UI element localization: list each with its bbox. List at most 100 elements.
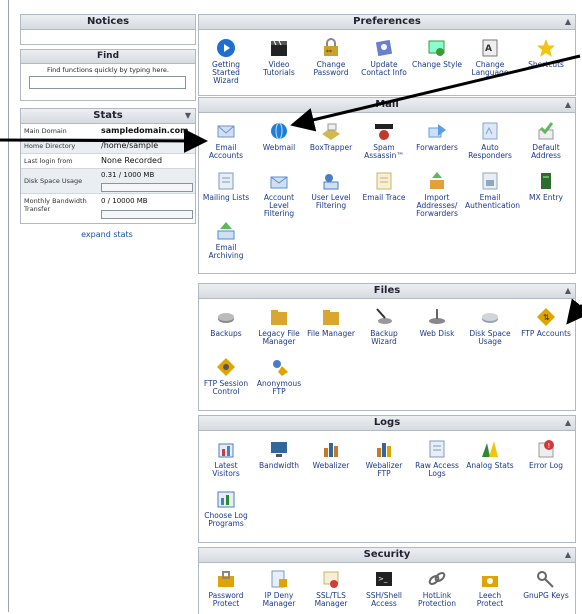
user-level-filtering[interactable]: User Level Filtering	[306, 170, 356, 210]
contact-card-icon	[375, 39, 393, 57]
backups[interactable]: Backups	[201, 306, 251, 338]
update-contact-info[interactable]: Update Contact Info	[359, 37, 409, 77]
ftp-sign-icon: ⇅	[537, 308, 555, 326]
collapse-icon[interactable]: ▼	[185, 109, 191, 123]
ssl-tls-manager[interactable]: SSL/TLS Manager	[306, 568, 356, 608]
mail-panel: Mail ▲ Email Accounts Webmail BoxTrapper…	[198, 97, 576, 274]
item-label: Email Authentication	[465, 193, 521, 210]
collapse-icon[interactable]: ▲	[565, 284, 571, 298]
gnupg-keys[interactable]: GnuPG Keys	[521, 568, 571, 600]
item-label: Mailing Lists	[202, 193, 250, 202]
email-authentication[interactable]: Email Authentication	[465, 170, 520, 210]
log-programs-icon	[217, 491, 235, 508]
ssh-shell-access[interactable]: >_ SSH/Shell Access	[359, 568, 409, 608]
import-addresses[interactable]: Import Addresses/ Forwarders	[412, 170, 462, 218]
svg-text:>_: >_	[378, 575, 388, 583]
spam-assassin-icon	[375, 124, 393, 140]
globe-icon	[271, 122, 287, 140]
latest-visitors[interactable]: Latest Visitors	[201, 438, 251, 478]
email-trace[interactable]: Email Trace	[359, 170, 409, 202]
leech-protect[interactable]: Leech Protect	[465, 568, 515, 608]
change-style[interactable]: Change Style	[412, 37, 462, 69]
item-label: SSH/Shell Access	[366, 591, 402, 608]
checkmark-envelope-icon	[538, 122, 554, 140]
stat-value: None Recorded	[101, 156, 163, 165]
stats-row-home-dir: Home Directory /home/sample	[21, 139, 195, 154]
item-label: Legacy File Manager	[258, 329, 300, 346]
disk-space-usage[interactable]: Disk Space Usage	[465, 306, 515, 346]
getting-started-wizard[interactable]: Getting Started Wizard	[201, 37, 251, 85]
change-password[interactable]: ** Change Password	[306, 37, 356, 77]
raw-access-logs[interactable]: Raw Access Logs	[412, 438, 462, 478]
collapse-icon[interactable]: ▲	[565, 416, 571, 430]
stat-value: /home/sample	[101, 141, 159, 150]
webalizer[interactable]: Webalizer	[306, 438, 356, 470]
boxtrapper[interactable]: BoxTrapper	[306, 120, 356, 152]
shortcuts[interactable]: Shortcuts	[521, 37, 571, 69]
stats-row-main-domain: Main Domain sampledomain.com	[21, 124, 195, 139]
backup-wizard[interactable]: Backup Wizard	[359, 306, 409, 346]
ftp-session-control[interactable]: FTP Session Control	[201, 356, 251, 396]
server-icon	[541, 173, 551, 189]
auto-responders[interactable]: Auto Responders	[465, 120, 515, 160]
svg-text:A: A	[485, 44, 492, 54]
email-archiving[interactable]: Email Archiving	[201, 220, 251, 260]
webmail[interactable]: Webmail	[254, 120, 304, 152]
ftp-accounts[interactable]: ⇅ FTP Accounts	[521, 306, 571, 338]
ip-deny-icon	[271, 570, 287, 588]
stat-label: Main Domain	[24, 127, 67, 135]
item-label: User Level Filtering	[311, 193, 351, 210]
ip-deny-manager[interactable]: IP Deny Manager	[254, 568, 304, 608]
mx-entry[interactable]: MX Entry	[521, 170, 571, 202]
language-icon: A	[482, 39, 498, 57]
item-label: Backup Wizard	[370, 329, 398, 346]
error-log[interactable]: ! Error Log	[521, 438, 571, 470]
disk-usage-icon	[482, 313, 498, 323]
authentication-icon	[482, 172, 498, 190]
account-level-filtering[interactable]: Account Level Filtering	[254, 170, 304, 218]
collapse-icon[interactable]: ▲	[565, 548, 571, 562]
import-box-icon	[430, 172, 444, 189]
trace-document-icon	[376, 172, 392, 190]
webalizer-ftp[interactable]: Webalizer FTP	[359, 438, 409, 478]
collapse-icon[interactable]: ▲	[565, 15, 571, 29]
expand-stats-link[interactable]: expand stats	[20, 230, 194, 239]
spam-assassin[interactable]: Spam Assassin™	[359, 120, 409, 160]
find-description: Find functions quickly by typing here.	[47, 66, 169, 74]
video-tutorials[interactable]: Video Tutorials	[254, 37, 304, 77]
anonymous-ftp[interactable]: Anonymous FTP	[254, 356, 304, 396]
bar-chart-icon	[377, 443, 391, 457]
password-protect[interactable]: Password Protect	[201, 568, 251, 608]
item-label: Forwarders	[416, 143, 458, 152]
web-disk[interactable]: Web Disk	[412, 306, 462, 338]
item-label: Shortcuts	[528, 60, 564, 69]
forwarders[interactable]: Forwarders	[412, 120, 462, 152]
item-label: Bandwidth	[259, 461, 299, 470]
item-label: Analog Stats	[466, 461, 514, 470]
choose-log-programs[interactable]: Choose Log Programs	[201, 488, 251, 528]
item-label: File Manager	[307, 329, 355, 338]
legacy-file-manager[interactable]: Legacy File Manager	[254, 306, 304, 346]
file-manager[interactable]: File Manager	[306, 306, 356, 338]
log-document-icon	[429, 440, 445, 458]
mailing-lists[interactable]: Mailing Lists	[201, 170, 251, 202]
item-label: Webalizer	[312, 461, 350, 470]
preferences-panel: Preferences ▲ Getting Started Wizard Vid…	[198, 14, 576, 96]
mail-title: Mail ▲	[199, 98, 575, 113]
email-accounts[interactable]: Email Accounts	[201, 120, 251, 160]
analog-stats[interactable]: Analog Stats	[465, 438, 515, 470]
notices-title: Notices	[21, 15, 195, 30]
collapse-icon[interactable]: ▲	[565, 98, 571, 112]
lock-folder-icon	[218, 571, 234, 587]
box-trap-icon	[322, 123, 340, 140]
files-title: Files ▲	[199, 284, 575, 299]
bandwidth[interactable]: Bandwidth	[254, 438, 304, 470]
stat-label: Home Directory	[24, 142, 76, 150]
stat-value: sampledomain.com	[101, 126, 189, 135]
archive-icon	[217, 222, 235, 240]
change-language[interactable]: A Change Language	[465, 37, 515, 77]
terminal-icon: >_	[376, 572, 392, 586]
default-address[interactable]: Default Address	[521, 120, 571, 160]
hotlink-protection[interactable]: HotLink Protection	[412, 568, 462, 608]
find-input[interactable]	[29, 76, 186, 89]
